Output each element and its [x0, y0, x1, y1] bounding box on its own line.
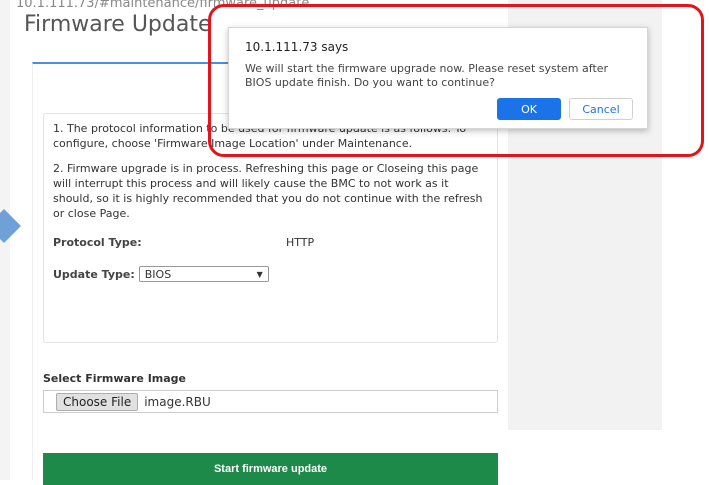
page-title: Firmware Update	[24, 12, 212, 37]
pointer-arrow-icon	[0, 209, 21, 243]
protocol-row: Protocol Type: HTTP	[53, 235, 488, 250]
update-type-value: BIOS	[144, 267, 172, 281]
update-type-row: Update Type: BIOS ▼	[53, 266, 488, 282]
update-type-select[interactable]: BIOS ▼	[138, 266, 269, 282]
dialog-actions: OK Cancel	[497, 98, 633, 120]
protocol-label: Protocol Type:	[53, 236, 142, 249]
dialog-title: 10.1.111.73 says	[245, 40, 349, 54]
confirm-dialog: 10.1.111.73 says We will start the firmw…	[228, 27, 648, 129]
protocol-value: HTTP	[286, 236, 315, 249]
select-firmware-label: Select Firmware Image	[43, 372, 187, 385]
dialog-message: We will start the firmware upgrade now. …	[245, 62, 609, 89]
start-firmware-update-button[interactable]: Start firmware update	[43, 453, 498, 485]
file-name: image.RBU	[144, 394, 211, 409]
ok-button[interactable]: OK	[497, 98, 561, 120]
cancel-button[interactable]: Cancel	[569, 98, 633, 120]
info-box: 1. The protocol information to be used f…	[43, 113, 498, 343]
info-note-2: 2. Firmware upgrade is in process. Refre…	[53, 162, 483, 220]
chevron-down-icon: ▼	[256, 269, 263, 279]
update-type-label: Update Type:	[53, 267, 135, 281]
choose-file-button[interactable]: Choose File	[56, 392, 139, 411]
firmware-file-input[interactable]: Choose File image.RBU	[43, 390, 498, 413]
